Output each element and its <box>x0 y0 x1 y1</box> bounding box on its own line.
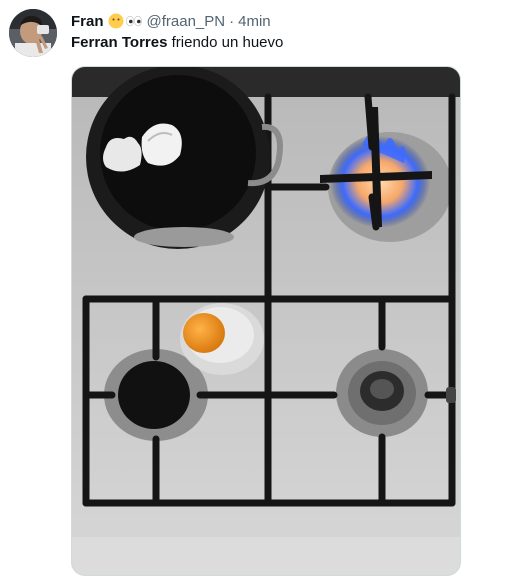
egg-yolk <box>183 313 225 353</box>
stove-photo-image <box>72 67 460 575</box>
eyes-emoji-icon <box>125 15 142 27</box>
fried-egg <box>180 303 264 375</box>
front-left-burner-hole <box>118 361 190 429</box>
tweet-photo[interactable] <box>71 66 461 576</box>
avatar-image <box>9 9 57 57</box>
neutral-face-emoji-icon <box>108 13 124 29</box>
avatar[interactable] <box>9 9 57 57</box>
tweet-card[interactable]: Fran @fraan_PN · 4min Ferran Torres frie… <box>0 0 523 587</box>
separator-dot: · <box>229 12 235 30</box>
tweet-text-rest: friendo un huevo <box>167 34 284 51</box>
tweet-header: Fran @fraan_PN · 4min <box>71 11 271 31</box>
author-name[interactable]: Fran <box>71 13 104 30</box>
tweet-text-bold: Ferran Torres <box>71 34 168 51</box>
tweet-text: Ferran Torres friendo un huevo <box>71 34 283 51</box>
timestamp[interactable]: 4min <box>238 13 271 30</box>
author-handle[interactable]: @fraan_PN <box>147 13 226 30</box>
